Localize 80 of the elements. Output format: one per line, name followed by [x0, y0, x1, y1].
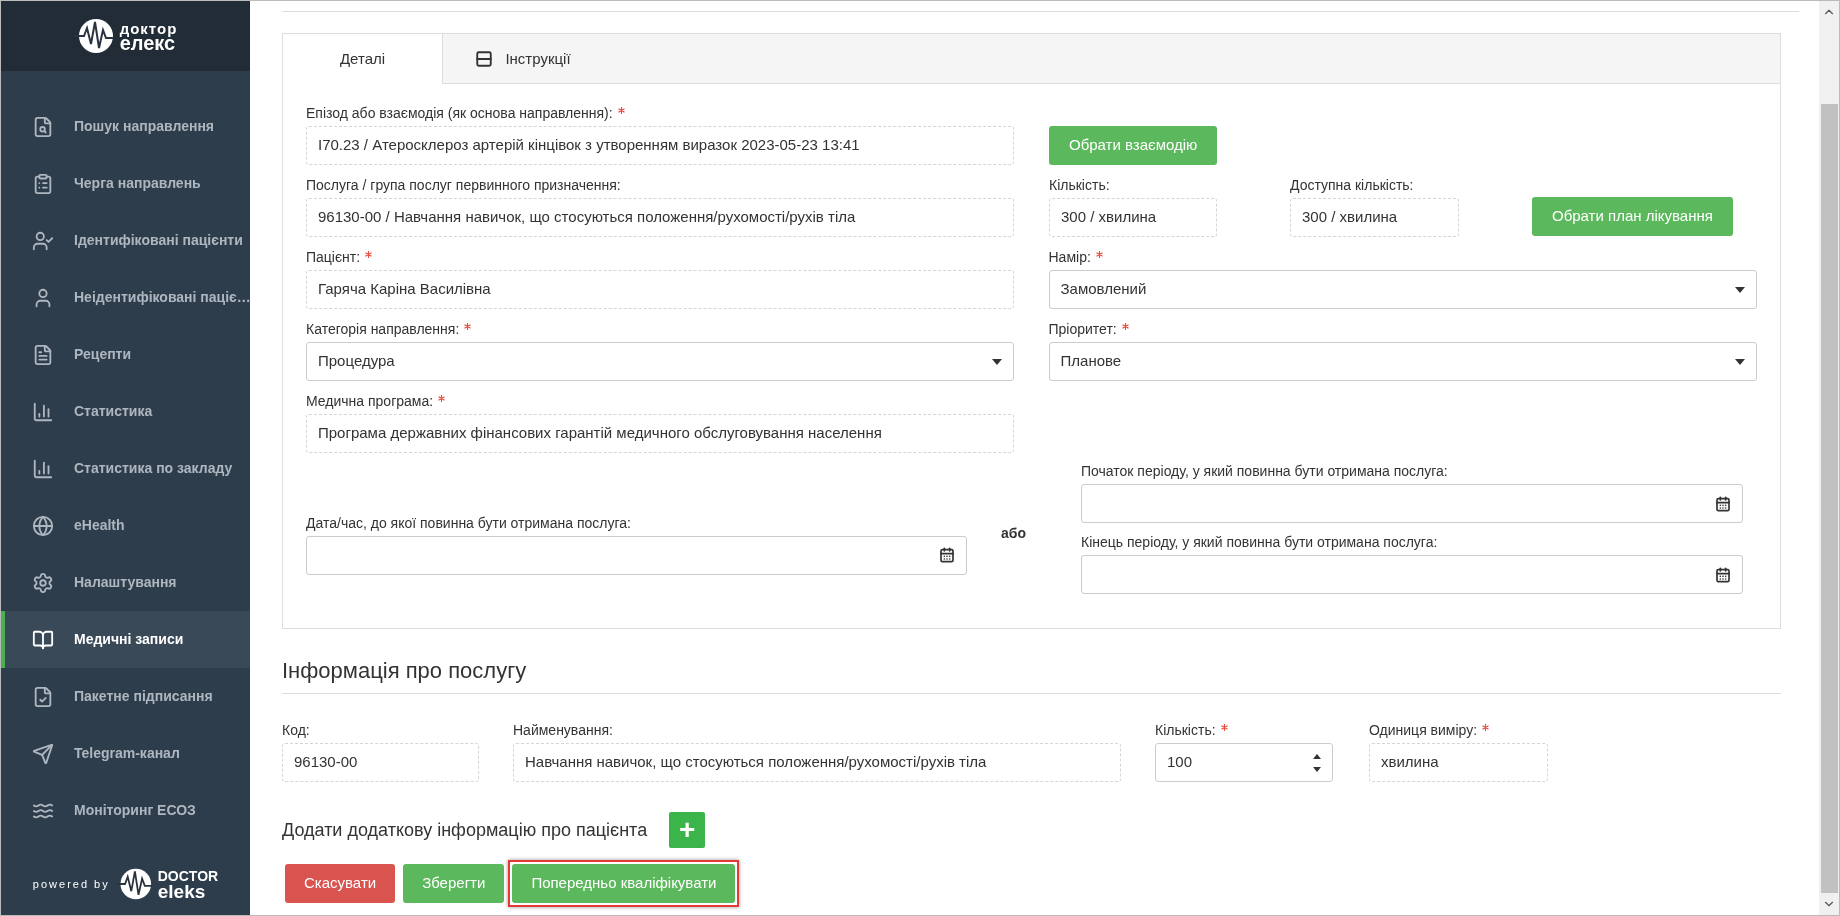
field-label: Одиниця виміру: — [1369, 721, 1478, 740]
decrement-icon[interactable] — [1313, 766, 1321, 772]
calendar-icon — [1715, 566, 1731, 583]
sidebar-item[interactable]: Налаштування — [1, 554, 250, 611]
sidebar-item[interactable]: Telegram-канал — [1, 725, 250, 782]
calendar-icon — [939, 547, 955, 563]
sidebar-item[interactable]: Пакетне підписання — [1, 668, 250, 725]
field-label: Епізод або взаємодія (як основа направлення): — [306, 104, 613, 123]
logo-text: DOCTOR — [157, 869, 219, 884]
date-field[interactable] — [1081, 484, 1743, 523]
field-label: Кількість: — [1049, 176, 1110, 195]
field-label: Початок періоду, у який повинна бути отримана послуга: — [1081, 462, 1448, 481]
readonly-field: I70.23 / Атеросклероз артерій кінцівок з утворенням виразок 2023-05-23 13:41 — [306, 126, 1014, 165]
select-field[interactable]: Планове — [1048, 342, 1757, 381]
search-document-icon — [32, 115, 54, 138]
caret-icon — [991, 358, 1002, 365]
sidebar-item[interactable]: Ідентифіковані пацієнти — [1, 212, 250, 269]
send-icon — [32, 742, 54, 765]
powered-by-text: powered by — [32, 876, 110, 892]
increment-icon[interactable] — [1313, 753, 1321, 759]
readonly-field: 96130-00 — [282, 743, 479, 782]
settings-icon — [32, 571, 54, 594]
sidebar-item[interactable]: Статистика по закладу — [1, 440, 250, 497]
logo-text: елекс — [119, 36, 177, 51]
action-button[interactable]: Скасувати — [285, 864, 396, 903]
select-field[interactable]: Процедура — [306, 342, 1014, 381]
user-check-icon — [32, 229, 54, 252]
field-label: Медична програма: — [306, 392, 434, 411]
date-field[interactable] — [306, 535, 967, 575]
sidebar-item[interactable]: Рецепти — [1, 326, 250, 383]
number-field[interactable]: 100 — [1155, 743, 1333, 782]
logo-text: eleks — [157, 884, 207, 899]
add-info-text: Додати додаткову інформацію про пацієнта — [282, 818, 648, 842]
sidebar-item[interactable]: eHealth — [1, 497, 250, 554]
tab[interactable]: Інструкції — [443, 34, 603, 84]
field-label: Пріоритет: — [1048, 320, 1117, 339]
document-check-icon — [32, 685, 54, 708]
scrollbar-thumb[interactable] — [1820, 104, 1838, 893]
section-title: Інформація про послугу — [282, 657, 528, 685]
field-label: Намір: — [1048, 248, 1091, 267]
readonly-field: Навчання навичок, що стосуються положення/рухомості/рухів тіла — [513, 743, 1121, 782]
tab[interactable]: Деталі — [283, 34, 443, 84]
calendar-icon — [1715, 495, 1731, 512]
sidebar-item[interactable]: Неідентифіковані паціє… — [1, 269, 250, 326]
or-text: або — [1001, 523, 1027, 543]
field-label: Найменування: — [513, 721, 613, 740]
readonly-field: Гаряча Каріна Василівна — [306, 270, 1014, 309]
field-label: Кінець періоду, у який повинна бути отримана послуга: — [1081, 533, 1438, 552]
sidebar-item[interactable]: Медичні записи — [1, 611, 250, 668]
rows-icon — [475, 50, 494, 68]
pulse-logo-icon — [115, 866, 152, 902]
globe-icon — [32, 514, 54, 537]
select-field[interactable]: Замовлений — [1048, 270, 1757, 309]
document-icon — [32, 343, 54, 366]
readonly-field: хвилина — [1369, 743, 1548, 782]
caret-icon — [1735, 358, 1745, 365]
date-field[interactable] — [1081, 555, 1743, 594]
sidebar-item[interactable]: Пошук направлення — [1, 98, 250, 155]
bar-chart-icon — [32, 400, 54, 423]
field-label: Дата/час, до якої повинна бути отримана послуга: — [306, 513, 631, 533]
sidebar-item[interactable]: Моніторинг ЕСОЗ — [1, 782, 250, 839]
field-label: Код: — [282, 721, 310, 740]
bar-chart-icon — [32, 457, 54, 480]
field-label: Категорія направлення: — [306, 320, 460, 339]
pulse-logo-icon — [73, 16, 114, 56]
readonly-field: 96130-00 / Навчання навичок, що стосуються положення/рухомості/рухів тіла — [306, 198, 1014, 237]
clipboard-icon — [32, 172, 54, 195]
readonly-field: Програма державних фінансових гарантій медичного обслуговування населення — [306, 414, 1014, 453]
readonly-field: 300 / хвилина — [1290, 198, 1459, 237]
sidebar-item[interactable]: Статистика — [1, 383, 250, 440]
field-label: Доступна кількість: — [1290, 176, 1414, 195]
field-label: Кількість: — [1155, 721, 1216, 740]
field-label: Послуга / група послуг первинного призначення: — [306, 176, 621, 195]
caret-icon — [1735, 286, 1745, 293]
readonly-field: 300 / хвилина — [1049, 198, 1217, 237]
book-icon — [32, 628, 54, 651]
sidebar-item[interactable]: Черга направлень — [1, 155, 250, 212]
scrollbar[interactable] — [1819, 1, 1839, 915]
field-label: Пацієнт: — [306, 248, 361, 267]
logo-text: доктор — [119, 21, 178, 36]
